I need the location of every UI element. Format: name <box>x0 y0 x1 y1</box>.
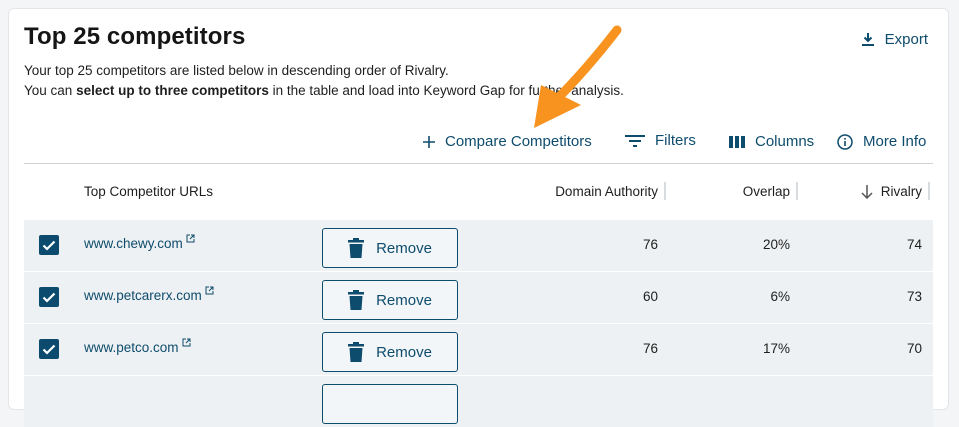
column-resize-handle[interactable] <box>796 182 798 200</box>
column-resize-handle[interactable] <box>928 182 930 200</box>
remove-label: Remove <box>376 291 432 309</box>
description-bold-text: select up to three competitors <box>76 83 269 98</box>
column-header-overlap[interactable]: Overlap <box>743 184 790 199</box>
external-link-icon <box>205 286 214 295</box>
remove-button[interactable] <box>322 384 458 424</box>
competitors-card: Top 25 competitors Export Your top 25 co… <box>8 8 949 427</box>
competitor-url-link[interactable]: www.petcarerx.com <box>84 286 214 303</box>
overlap-value: 20% <box>762 237 790 252</box>
remove-button[interactable]: Remove <box>322 228 458 268</box>
columns-button[interactable]: Columns <box>729 133 814 150</box>
info-icon <box>837 133 853 150</box>
row-checkbox[interactable] <box>39 235 59 255</box>
trash-icon <box>348 238 365 258</box>
competitor-url: www.chewy.com <box>84 236 183 251</box>
table-row: www.chewy.com Remove 76 20% 74 <box>24 219 933 271</box>
domain-authority-value: 76 <box>642 237 658 252</box>
overlap-value: 17% <box>762 341 790 356</box>
compare-competitors-button[interactable]: Compare Competitors <box>423 133 592 150</box>
checkbox-checked-icon <box>42 344 56 355</box>
page-title: Top 25 competitors <box>24 23 246 50</box>
more-info-button[interactable]: More Info <box>837 133 926 150</box>
trash-icon <box>348 290 365 310</box>
table-row: www.petco.com Remove 76 17% 70 <box>24 323 933 375</box>
checkbox-checked-icon <box>42 240 56 251</box>
description-text: You can <box>24 83 77 98</box>
rivalry-value: 70 <box>906 341 922 356</box>
description-line-1: Your top 25 competitors are listed below… <box>24 63 449 78</box>
description-text-end: in the table and load into Keyword Gap f… <box>268 83 624 98</box>
filters-button[interactable]: Filters <box>625 132 696 149</box>
columns-label: Columns <box>755 133 815 150</box>
domain-authority-value: 60 <box>642 289 658 304</box>
columns-icon <box>729 135 745 148</box>
column-header-domain-authority[interactable]: Domain Authority <box>555 184 658 199</box>
more-info-label: More Info <box>863 133 927 150</box>
remove-label: Remove <box>376 343 432 361</box>
row-checkbox[interactable] <box>39 339 59 359</box>
competitor-url: www.petcarerx.com <box>84 288 202 303</box>
domain-authority-value: 76 <box>642 341 658 356</box>
column-header-rivalry[interactable]: Rivalry <box>861 184 922 199</box>
trash-icon <box>348 342 365 362</box>
remove-button[interactable]: Remove <box>322 280 458 320</box>
checkbox-checked-icon <box>42 292 56 303</box>
remove-label: Remove <box>376 239 432 257</box>
compare-label: Compare Competitors <box>445 133 592 150</box>
external-link-icon <box>186 234 195 243</box>
export-label: Export <box>884 31 928 48</box>
column-resize-handle[interactable] <box>664 182 666 200</box>
external-link-icon <box>182 338 191 347</box>
remove-button[interactable]: Remove <box>322 332 458 372</box>
plus-icon <box>423 135 435 148</box>
column-header-urls: Top Competitor URLs <box>84 184 214 199</box>
rivalry-header-label: Rivalry <box>880 184 922 199</box>
filter-icon <box>625 134 645 148</box>
sort-down-arrow-icon <box>861 184 873 199</box>
table-header: Top Competitor URLs Domain Authority Ove… <box>24 164 933 219</box>
export-button[interactable]: Export <box>861 31 928 48</box>
row-checkbox[interactable] <box>39 287 59 307</box>
description-line-2: You can select up to three competitors i… <box>24 83 624 98</box>
table-row: www.petcarerx.com Remove 60 6% 73 <box>24 271 933 323</box>
rivalry-value: 74 <box>906 237 922 252</box>
table-row <box>24 375 933 427</box>
competitor-url-link[interactable]: www.chewy.com <box>84 234 195 251</box>
competitor-url: www.petco.com <box>84 340 179 355</box>
competitor-url-link[interactable]: www.petco.com <box>84 338 191 355</box>
rivalry-value: 73 <box>906 289 922 304</box>
filters-label: Filters <box>655 132 696 149</box>
overlap-value: 6% <box>770 289 790 304</box>
download-icon <box>861 33 874 46</box>
